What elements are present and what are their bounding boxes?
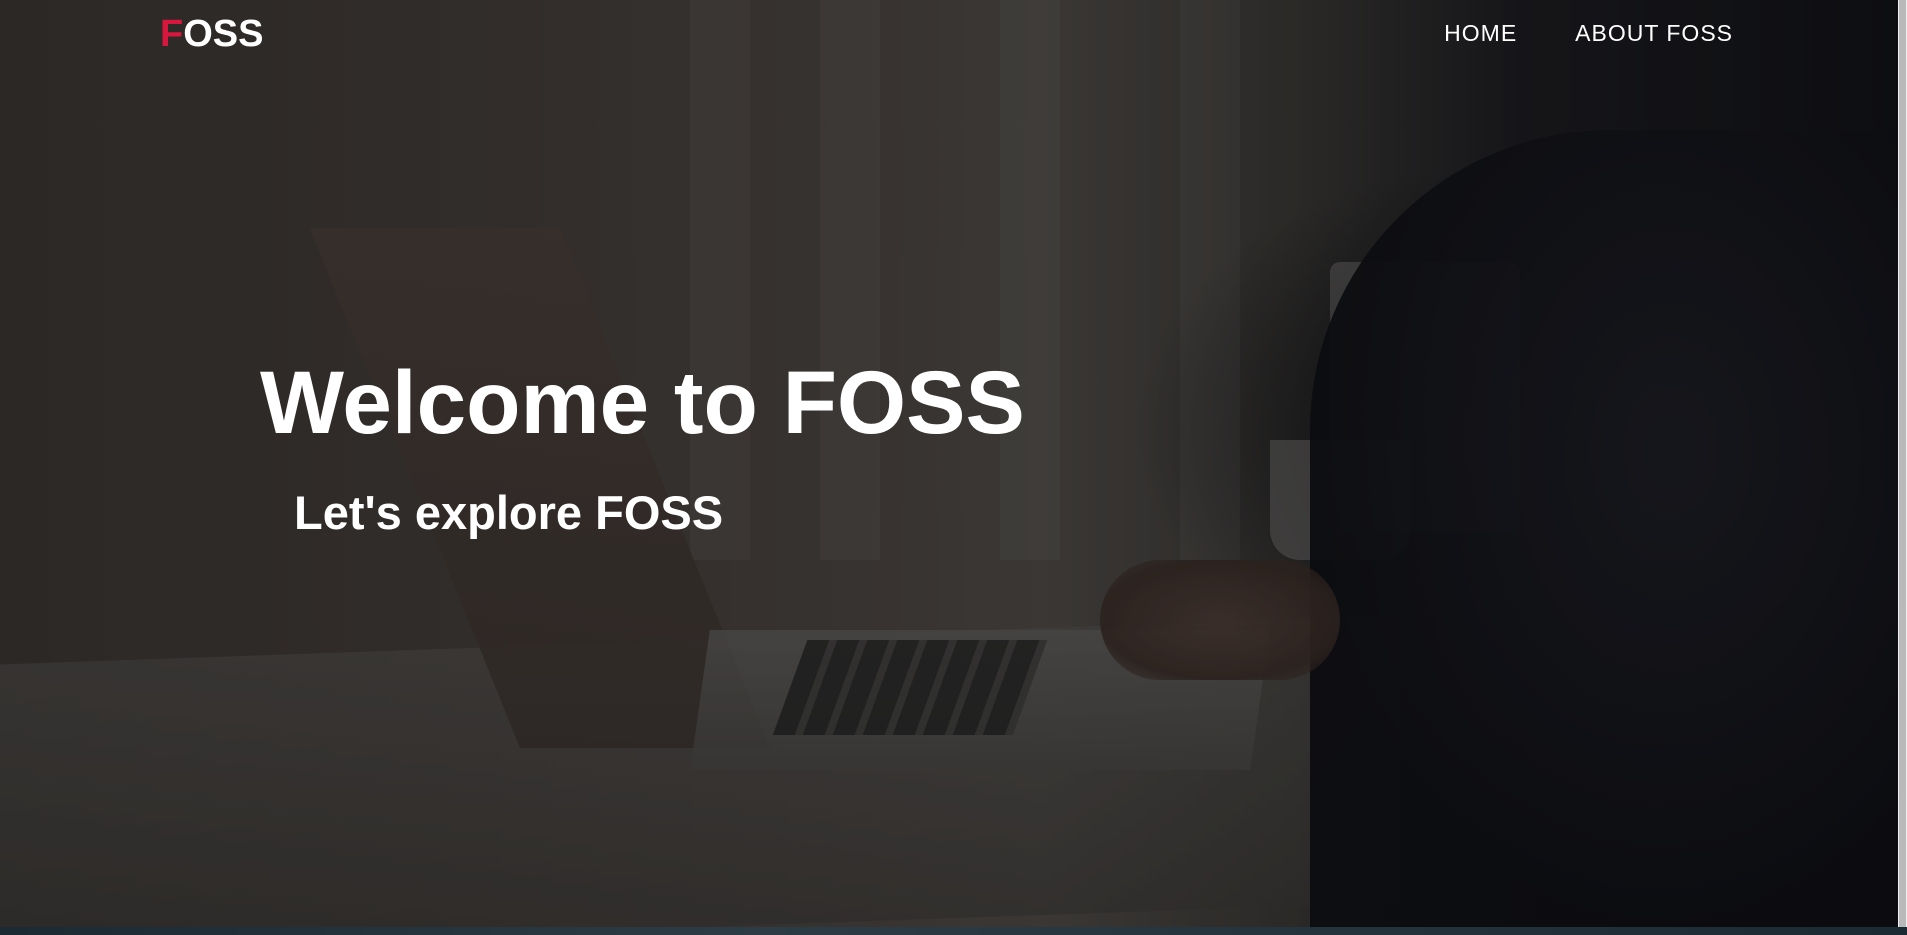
scrollbar-thumb[interactable] — [1899, 0, 1906, 927]
logo-accent-letter: F — [160, 13, 184, 55]
nav-links: HOME ABOUT FOSS — [1444, 20, 1733, 46]
brand-logo[interactable]: FOSS — [160, 14, 263, 54]
page: FOSS HOME ABOUT FOSS Welcome to FOSS Let… — [0, 0, 1907, 935]
nav-link-about-foss[interactable]: ABOUT FOSS — [1575, 20, 1733, 46]
window-bottom-edge — [0, 927, 1907, 935]
hero-title: Welcome to FOSS — [260, 352, 1025, 452]
navbar: FOSS HOME ABOUT FOSS — [0, 0, 1898, 70]
vertical-scrollbar[interactable] — [1898, 0, 1907, 927]
hero-overlay — [0, 0, 1898, 927]
nav-link-home[interactable]: HOME — [1444, 20, 1517, 46]
hero-subtitle: Let's explore FOSS — [294, 486, 724, 539]
logo-text: OSS — [183, 13, 264, 55]
